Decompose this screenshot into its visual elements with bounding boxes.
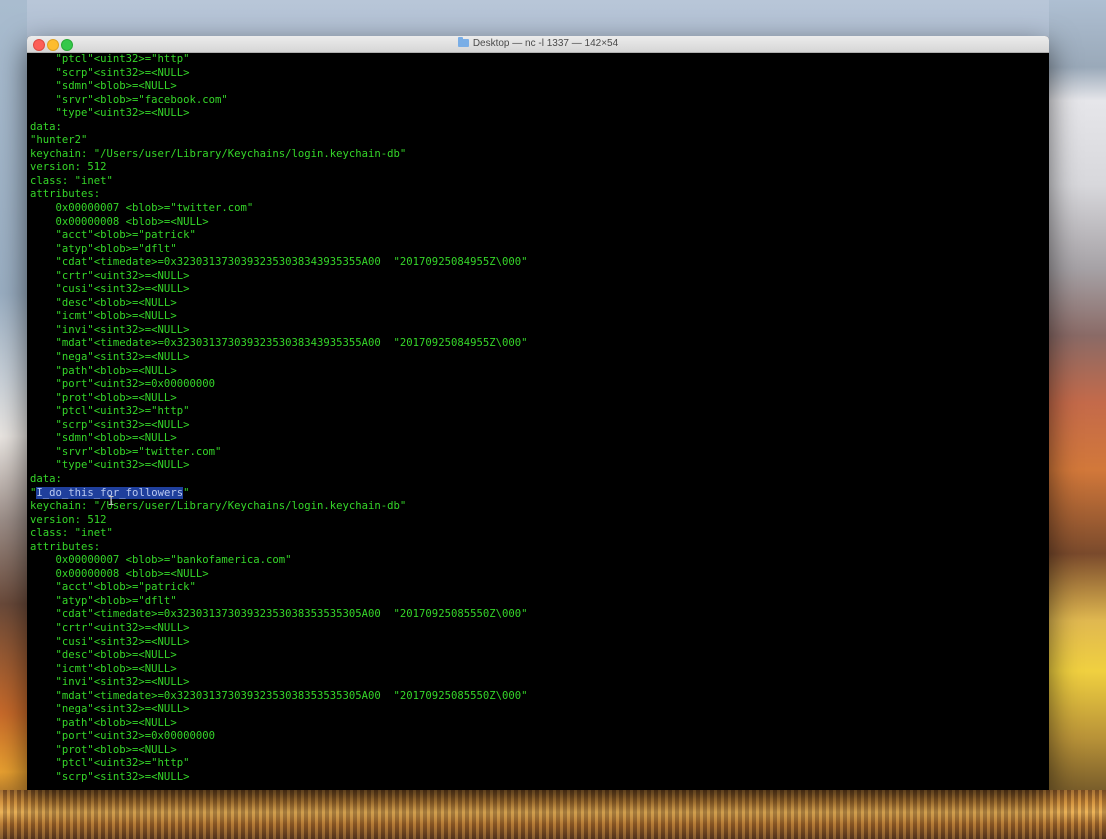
terminal-line: "type"<uint32>=<NULL> — [30, 107, 190, 120]
terminal-line: "path"<blob>=<NULL> — [30, 716, 177, 729]
desktop-wallpaper-right — [1049, 0, 1106, 839]
terminal-line: keychain: "/Users/user/Library/Keychains… — [30, 500, 407, 513]
terminal-line: 0x00000007 <blob>="bankofamerica.com" — [30, 554, 292, 567]
terminal-line: "path"<blob>=<NULL> — [30, 364, 177, 377]
terminal-line: "desc"<blob>=<NULL> — [30, 649, 177, 662]
terminal-line: 0x00000008 <blob>=<NULL> — [30, 215, 209, 228]
terminal-line: attributes: — [30, 188, 101, 201]
terminal-line: "acct"<blob>="patrick" — [30, 229, 196, 242]
terminal-line: "port"<uint32>=0x00000000 — [30, 378, 215, 391]
terminal-line: class: "inet" — [30, 527, 113, 540]
terminal-line: "crtr"<uint32>=<NULL> — [30, 269, 190, 282]
terminal-line: "srvr"<blob>="twitter.com" — [30, 445, 222, 458]
terminal-line: "icmt"<blob>=<NULL> — [30, 662, 177, 675]
terminal-line: "scrp"<sint32>=<NULL> — [30, 770, 190, 783]
window-title: Desktop — nc -l 1337 — 142×54 — [472, 38, 619, 49]
terminal-line: "mdat"<timedate>=0x323031373039323530383… — [30, 337, 528, 350]
terminal-line: "invi"<sint32>=<NULL> — [30, 323, 190, 336]
terminal-line: "ptcl"<uint32>="http" — [30, 53, 190, 65]
terminal-line: "crtr"<uint32>=<NULL> — [30, 621, 190, 634]
terminal-line: "nega"<sint32>=<NULL> — [30, 351, 190, 364]
terminal-line: "cusi"<sint32>=<NULL> — [30, 283, 190, 296]
terminal-lines-before: "ptcl"<uint32>="http" "scrp"<sint32>=<NU… — [30, 53, 1049, 487]
terminal-line: "prot"<blob>=<NULL> — [30, 391, 177, 404]
terminal-line: class: "inet" — [30, 174, 113, 187]
title-bar[interactable]: Desktop — nc -l 1337 — 142×54 — [27, 36, 1049, 53]
terminal-line: keychain: "/Users/user/Library/Keychains… — [30, 147, 407, 160]
desktop-wallpaper-left — [0, 0, 27, 839]
terminal-output[interactable]: "ptcl"<uint32>="http" "scrp"<sint32>=<NU… — [30, 52, 1049, 790]
terminal-line: "invi"<sint32>=<NULL> — [30, 676, 190, 689]
terminal-line: "sdmn"<blob>=<NULL> — [30, 80, 177, 93]
terminal-line: 0x00000008 <blob>=<NULL> — [30, 567, 209, 580]
terminal-line: data: — [30, 472, 62, 485]
terminal-line: "ptcl"<uint32>="http" — [30, 405, 190, 418]
terminal-line: "sdmn"<blob>=<NULL> — [30, 432, 177, 445]
terminal-line: version: 512 — [30, 513, 107, 526]
terminal-line: attributes: — [30, 540, 101, 553]
terminal-line: "desc"<blob>=<NULL> — [30, 296, 177, 309]
terminal-line: "cdat"<timedate>=0x323031373039323530383… — [30, 256, 528, 269]
terminal-line: "type"<uint32>=<NULL> — [30, 459, 190, 472]
terminal-line: "scrp"<sint32>=<NULL> — [30, 418, 190, 431]
terminal-line: "hunter2" — [30, 134, 88, 147]
terminal-line: "atyp"<blob>="dflt" — [30, 594, 177, 607]
terminal-line: data: — [30, 120, 62, 133]
terminal-line: version: 512 — [30, 161, 107, 174]
terminal-line: "cdat"<timedate>=0x323031373039323530383… — [30, 608, 528, 621]
desktop-wallpaper-bottom — [0, 790, 1106, 839]
terminal-line: "prot"<blob>=<NULL> — [30, 743, 177, 756]
terminal-line-selected[interactable]: "I_do_this_for_followers" — [30, 486, 1049, 508]
terminal-lines-after: keychain: "/Users/user/Library/Keychains… — [30, 500, 1049, 784]
terminal-line: "scrp"<sint32>=<NULL> — [30, 66, 190, 79]
terminal-line: "icmt"<blob>=<NULL> — [30, 310, 177, 323]
window-title-area: Desktop — nc -l 1337 — 142×54 — [27, 37, 1049, 51]
terminal-line: "atyp"<blob>="dflt" — [30, 242, 177, 255]
folder-icon — [457, 37, 469, 47]
terminal-line: "mdat"<timedate>=0x323031373039323530383… — [30, 689, 528, 702]
terminal-line: "port"<uint32>=0x00000000 — [30, 730, 215, 743]
terminal-window[interactable]: Desktop — nc -l 1337 — 142×54 "ptcl"<uin… — [27, 36, 1049, 790]
terminal-line: 0x00000007 <blob>="twitter.com" — [30, 202, 254, 215]
terminal-line: "nega"<sint32>=<NULL> — [30, 703, 190, 716]
terminal-line: "cusi"<sint32>=<NULL> — [30, 635, 190, 648]
terminal-line: "srvr"<blob>="facebook.com" — [30, 93, 228, 106]
terminal-line: "acct"<blob>="patrick" — [30, 581, 196, 594]
quote-close: " — [183, 486, 190, 499]
terminal-line: "ptcl"<uint32>="http" — [30, 757, 190, 770]
